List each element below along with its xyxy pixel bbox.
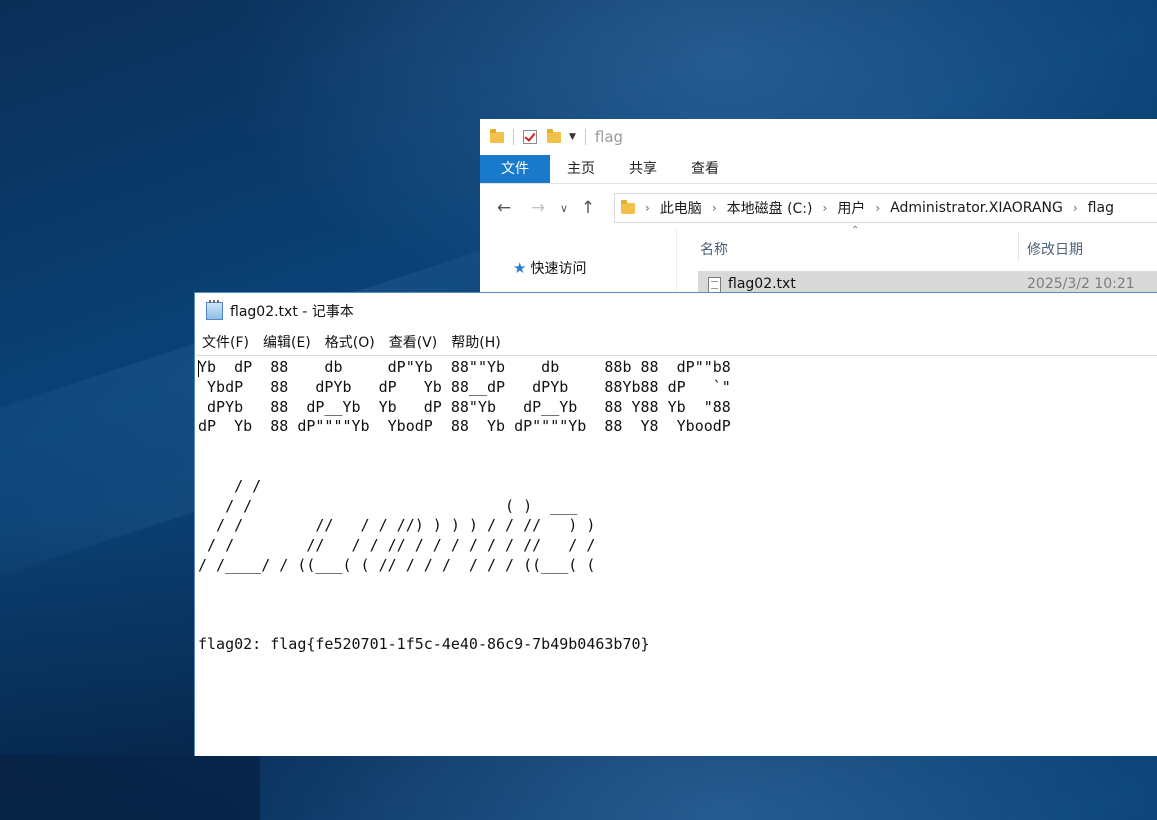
explorer-titlebar[interactable]: ▼ flag	[480, 119, 1157, 155]
quick-access-toolbar: ▼	[490, 128, 595, 145]
star-icon: ★	[513, 259, 527, 277]
breadcrumb-chevron-icon[interactable]: ›	[823, 201, 828, 215]
up-arrow-icon[interactable]: ↑	[578, 198, 598, 218]
breadcrumb-chevron-icon[interactable]: ›	[1073, 201, 1078, 215]
file-name: flag02.txt	[728, 276, 796, 292]
notepad-title: flag02.txt - 记事本	[230, 303, 354, 320]
notepad-icon	[206, 299, 223, 320]
text-caret	[198, 360, 199, 377]
folder-icon	[490, 128, 504, 143]
text-editor[interactable]: Yb dP 88 db dP"Yb 88""Yb db 88b 88 dP""b…	[198, 358, 731, 655]
breadcrumb-administrator[interactable]: Administrator.XIAORANG	[890, 200, 1063, 216]
nav-quick-access-label: 快速访问	[530, 261, 587, 277]
breadcrumb-chevron-icon[interactable]: ›	[712, 201, 717, 215]
editor-border	[195, 355, 1157, 356]
back-arrow-icon[interactable]: ←	[494, 198, 514, 218]
new-folder-icon[interactable]	[547, 128, 561, 143]
customize-toolbar-dropdown-icon[interactable]: ▼	[569, 132, 576, 142]
ribbon-tabs: 文件 主页 共享 查看	[480, 155, 1157, 184]
column-separator[interactable]	[1018, 231, 1019, 261]
tab-file[interactable]: 文件	[480, 155, 550, 183]
toolbar-separator	[584, 129, 586, 145]
file-modified-date: 2025/3/2 10:21	[1027, 276, 1135, 292]
nav-quick-access[interactable]: ★ 快速访问	[513, 258, 586, 278]
breadcrumb-flag[interactable]: flag	[1088, 200, 1114, 216]
text-file-icon	[708, 277, 721, 293]
column-header-name[interactable]: 名称	[700, 239, 728, 259]
address-row: ← → ∨ ↑ › 此电脑 › 本地磁盘 (C:) › 用户 › Adminis…	[480, 193, 1157, 223]
menu-file[interactable]: 文件(F)	[202, 332, 249, 352]
menu-format[interactable]: 格式(O)	[325, 332, 375, 352]
notepad-window[interactable]: flag02.txt - 记事本 文件(F) 编辑(E) 格式(O) 查看(V)…	[194, 292, 1157, 756]
menu-bar: 文件(F) 编辑(E) 格式(O) 查看(V) 帮助(H)	[195, 329, 508, 355]
breadcrumb-users[interactable]: 用户	[837, 198, 865, 218]
column-header-modified[interactable]: 修改日期	[1027, 239, 1083, 259]
menu-view[interactable]: 查看(V)	[389, 332, 438, 352]
explorer-title: flag	[594, 128, 624, 146]
toolbar-separator	[513, 129, 514, 145]
properties-icon[interactable]	[523, 130, 537, 144]
menu-help[interactable]: 帮助(H)	[451, 332, 500, 352]
breadcrumb-chevron-icon[interactable]: ›	[875, 201, 880, 215]
tab-home[interactable]: 主页	[550, 155, 612, 183]
menu-edit[interactable]: 编辑(E)	[263, 332, 311, 352]
address-folder-icon	[621, 199, 635, 214]
sort-caret-icon: ⌃	[851, 225, 860, 236]
explorer-window[interactable]: ▼ flag 文件 主页 共享 查看 ← → ∨ ↑ › 此电脑 › 本地磁盘 …	[480, 119, 1157, 299]
recent-locations-chevron-icon[interactable]: ∨	[554, 202, 574, 215]
tab-view[interactable]: 查看	[674, 155, 736, 183]
breadcrumb-this-pc[interactable]: 此电脑	[660, 198, 702, 218]
breadcrumb-chevron-icon[interactable]: ›	[645, 201, 650, 215]
pane-divider	[676, 229, 677, 299]
tab-share[interactable]: 共享	[612, 155, 674, 183]
breadcrumb-local-disk[interactable]: 本地磁盘 (C:)	[727, 198, 813, 218]
forward-arrow-icon[interactable]: →	[528, 198, 548, 218]
address-bar[interactable]: › 此电脑 › 本地磁盘 (C:) › 用户 › Administrator.X…	[614, 193, 1157, 223]
notepad-titlebar[interactable]: flag02.txt - 记事本	[195, 293, 1157, 328]
